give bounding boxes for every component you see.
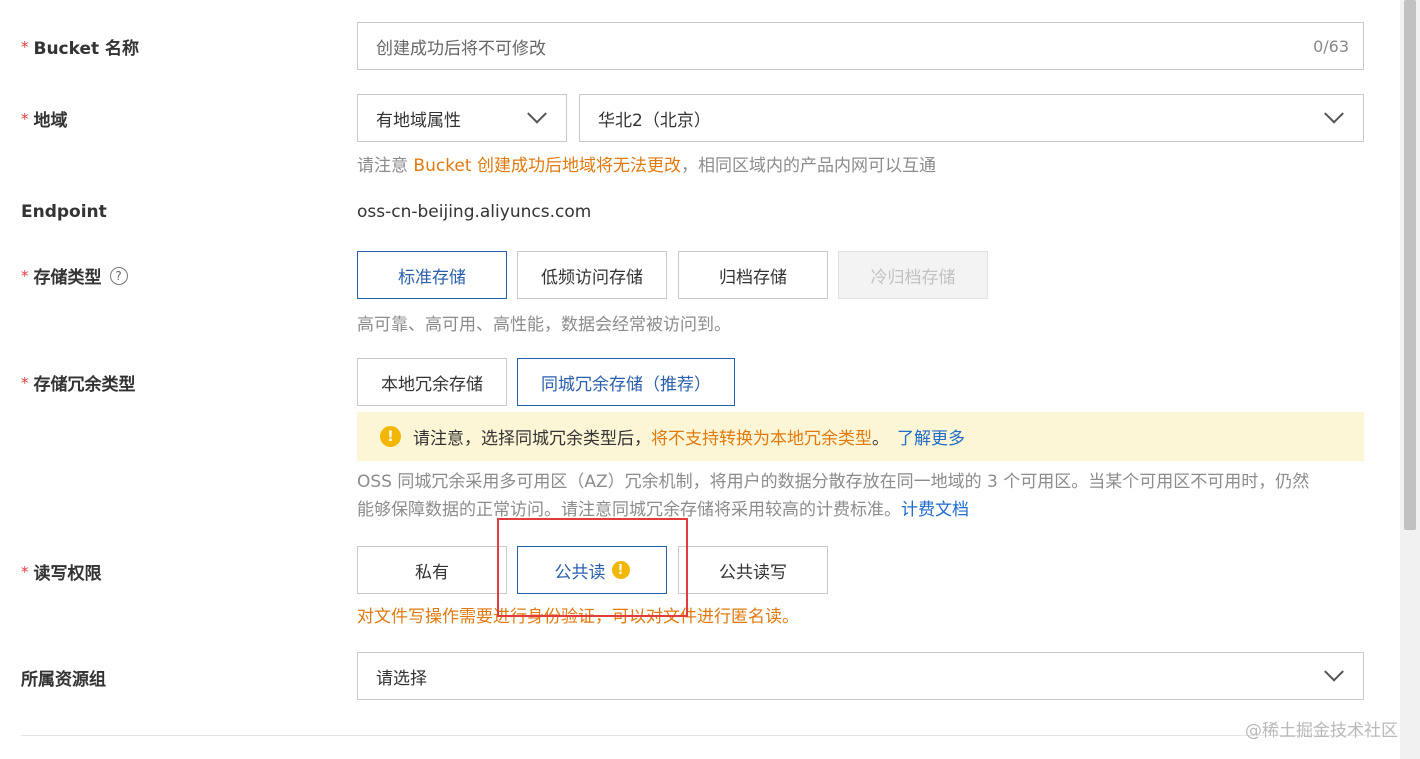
region-select[interactable]: 华北2（北京） <box>579 94 1364 142</box>
redundancy-label: * 存储冗余类型 <box>21 370 136 396</box>
warning-icon: ! <box>380 426 401 447</box>
bucket-name-input[interactable]: 创建成功后将不可修改 0/63 <box>357 22 1364 70</box>
bucket-name-label-text: Bucket 名称 <box>33 39 140 59</box>
acl-private-button[interactable]: 私有 <box>357 546 507 594</box>
acl-label-text: 读写权限 <box>33 564 102 584</box>
acl-label: * 读写权限 <box>21 559 102 585</box>
storage-class-cold-archive-button: 冷归档存储 <box>838 251 988 299</box>
scrollbar-thumb[interactable] <box>1404 0 1416 530</box>
required-mark: * <box>21 373 29 392</box>
endpoint-label: Endpoint <box>21 202 107 222</box>
resource-group-label-text: 所属资源组 <box>21 670 106 690</box>
bucket-name-label: * Bucket 名称 <box>21 34 140 60</box>
annotation-highlight-box <box>497 518 688 617</box>
bucket-name-placeholder: 创建成功后将不可修改 <box>376 38 546 59</box>
chevron-down-icon <box>1324 661 1344 682</box>
region-hint-prefix: 请注意 <box>357 156 414 176</box>
bucket-name-counter: 0/63 <box>1313 36 1349 56</box>
required-mark: * <box>21 37 29 56</box>
notice-prefix: 请注意，选择同城冗余类型后， <box>413 429 651 449</box>
region-label-text: 地域 <box>33 111 68 131</box>
chevron-down-icon <box>527 103 547 124</box>
create-bucket-form: * Bucket 名称 创建成功后将不可修改 0/63 * 地域 有地域属性 华… <box>0 0 1420 759</box>
required-mark: * <box>21 266 29 285</box>
required-mark: * <box>21 562 29 581</box>
redundancy-desc-line2: 能够保障数据的正常访问。请注意同城冗余存储将采用较高的计费标准。 <box>357 500 901 520</box>
storage-class-label: * 存储类型 ? <box>21 263 128 288</box>
acl-public-read-write-button[interactable]: 公共读写 <box>678 546 828 594</box>
storage-class-label-text: 存储类型 <box>33 268 102 288</box>
storage-class-standard-button[interactable]: 标准存储 <box>357 251 507 299</box>
redundancy-notice: ! 请注意，选择同城冗余类型后， 将不支持转换为本地冗余类型。 了解更多 <box>357 412 1364 461</box>
storage-class-hint: 高可靠、高可用、高性能，数据会经常被访问到。 <box>357 315 731 335</box>
resource-group-label: 所属资源组 <box>21 665 106 690</box>
region-value: 华北2（北京） <box>598 110 711 131</box>
notice-suffix: 。 <box>872 429 889 449</box>
region-hint: 请注意 Bucket 创建成功后地域将无法更改，相同区域内的产品内网可以互通 <box>357 151 936 176</box>
redundancy-description: OSS 同城冗余采用多可用区（AZ）冗余机制，将用户的数据分散存放在同一地域的 … <box>357 468 1364 524</box>
region-type-select[interactable]: 有地域属性 <box>357 94 567 142</box>
region-hint-suffix: ，相同区域内的产品内网可以互通 <box>680 156 936 176</box>
learn-more-link[interactable]: 了解更多 <box>897 424 965 449</box>
required-mark: * <box>21 109 29 128</box>
endpoint-value: oss-cn-beijing.aliyuncs.com <box>357 202 592 222</box>
region-hint-warning: Bucket 创建成功后地域将无法更改 <box>413 156 681 176</box>
resource-group-placeholder: 请选择 <box>376 668 427 689</box>
region-type-value: 有地域属性 <box>376 110 461 131</box>
notice-warning: 将不支持转换为本地冗余类型 <box>651 429 872 449</box>
redundancy-zrs-button[interactable]: 同城冗余存储（推荐） <box>517 358 735 406</box>
region-label: * 地域 <box>21 106 68 132</box>
storage-class-ia-button[interactable]: 低频访问存储 <box>517 251 667 299</box>
resource-group-select[interactable]: 请选择 <box>357 652 1364 700</box>
divider <box>21 735 1366 736</box>
chevron-down-icon <box>1324 103 1344 124</box>
redundancy-lrs-button[interactable]: 本地冗余存储 <box>357 358 507 406</box>
help-icon[interactable]: ? <box>109 266 128 285</box>
watermark: @稀土掘金技术社区 <box>1245 721 1398 741</box>
redundancy-desc-line1: OSS 同城冗余采用多可用区（AZ）冗余机制，将用户的数据分散存放在同一地域的 … <box>357 472 1310 492</box>
billing-doc-link[interactable]: 计费文档 <box>901 500 969 520</box>
redundancy-label-text: 存储冗余类型 <box>33 375 136 395</box>
storage-class-archive-button[interactable]: 归档存储 <box>678 251 828 299</box>
scrollbar[interactable] <box>1400 0 1420 759</box>
endpoint-label-text: Endpoint <box>21 202 107 222</box>
